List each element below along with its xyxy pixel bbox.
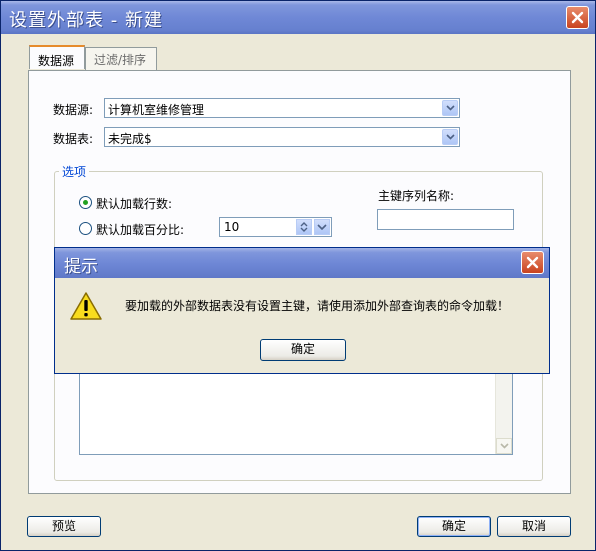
title-bar[interactable]: 设置外部表 - 新建: [1, 1, 595, 34]
chevron-down-icon: [445, 105, 455, 111]
chevron-down-icon: [445, 134, 455, 140]
alert-title: 提示: [64, 257, 98, 277]
tab-label: 数据源: [38, 54, 75, 68]
spin-updown-button[interactable]: [296, 219, 312, 235]
alert-title-bar[interactable]: 提示: [55, 248, 549, 278]
ok-button-label: 确定: [441, 519, 466, 533]
chevron-down-icon: [317, 224, 327, 231]
dialog-window: 设置外部表 - 新建 数据源 过滤/排序 数据源: 计算机室维修管理 数据表: …: [0, 0, 596, 551]
percent-value: 10: [224, 220, 240, 234]
preview-button[interactable]: 预览: [27, 516, 101, 537]
radio-default-rows-label: 默认加载行数:: [96, 197, 173, 211]
vertical-scrollbar[interactable]: [495, 372, 512, 454]
percent-dropdown-button[interactable]: [314, 219, 330, 235]
source-label: 数据源:: [53, 103, 94, 117]
table-select[interactable]: 未完成$: [104, 127, 460, 147]
updown-arrows-icon: [300, 222, 308, 232]
percent-spinbox[interactable]: 10: [219, 217, 332, 237]
radio-default-percent-label: 默认加载百分比:: [96, 223, 185, 237]
source-select[interactable]: 计算机室维修管理: [104, 98, 460, 118]
alert-message: 要加载的外部数据表没有设置主键，请使用添加外部查询表的命令加载！: [125, 299, 510, 313]
cancel-button-label: 取消: [521, 519, 546, 533]
chevron-down-icon: [499, 443, 509, 449]
cancel-button[interactable]: 取消: [497, 516, 571, 537]
table-dropdown-button[interactable]: [442, 129, 458, 145]
close-icon: [571, 11, 584, 24]
window-title: 设置外部表 - 新建: [9, 10, 163, 31]
warning-icon: [70, 292, 102, 320]
alert-ok-button[interactable]: 确定: [260, 339, 346, 361]
tab-label: 过滤/排序: [94, 53, 147, 67]
close-icon: [526, 256, 539, 269]
table-label: 数据表:: [53, 132, 94, 146]
alert-dialog: 提示 要加载的外部数据表没有设置主键，请使用添加外部查询表的命令加载！ 确定: [54, 247, 550, 374]
scroll-down-button[interactable]: [496, 438, 512, 454]
source-select-value: 计算机室维修管理: [108, 103, 205, 117]
preview-button-label: 预览: [51, 519, 76, 533]
tab-data-source[interactable]: 数据源: [29, 45, 85, 69]
radio-default-rows[interactable]: [79, 196, 92, 209]
radio-default-percent[interactable]: [79, 222, 92, 235]
primary-key-input[interactable]: [377, 209, 514, 230]
alert-close-button[interactable]: [521, 251, 544, 274]
close-button[interactable]: [566, 6, 589, 29]
table-select-value: 未完成$: [108, 132, 152, 146]
primary-key-label: 主键序列名称:: [378, 189, 455, 203]
field-listbox[interactable]: [79, 371, 513, 455]
alert-ok-button-label: 确定: [290, 342, 315, 356]
source-dropdown-button[interactable]: [442, 100, 458, 116]
tab-filter-sort[interactable]: 过滤/排序: [85, 47, 157, 70]
options-group-title: 选项: [59, 163, 90, 180]
radio-selected-dot: [83, 200, 88, 205]
ok-button[interactable]: 确定: [417, 516, 491, 537]
